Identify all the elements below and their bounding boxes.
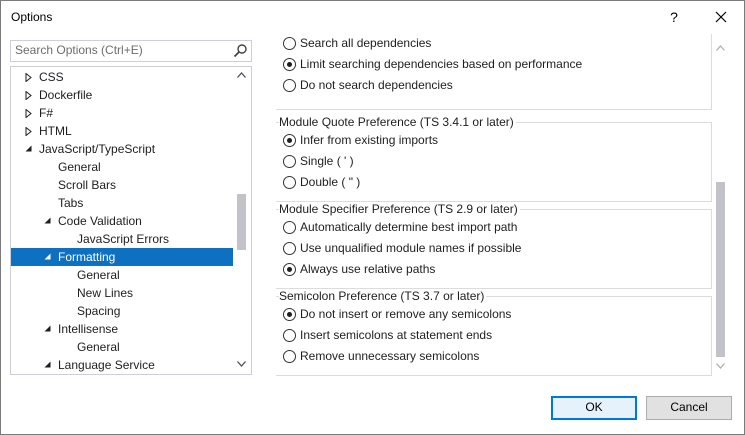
tree-scroll-thumb[interactable] [237,194,246,250]
chevron-up-icon [237,72,246,78]
tree-item[interactable]: JavaScript Errors [11,230,233,248]
group-title: Module Specifier Preference (TS 2.9 or l… [279,202,520,216]
radio-button[interactable] [283,329,296,342]
radio-button[interactable] [283,308,296,321]
radio-button[interactable] [283,242,296,255]
tree-item[interactable]: F# [11,104,233,122]
tree-item[interactable]: General [11,338,233,356]
tree-item-label: Dockerfile [39,88,93,102]
collapse-arrow-icon[interactable] [43,320,53,338]
radio-button[interactable] [283,155,296,168]
radio-button[interactable] [283,79,296,92]
expand-arrow-icon[interactable] [24,68,34,86]
tree-scrollbar[interactable] [233,67,250,374]
tree-item-label: Spacing [77,304,121,318]
tree-item-label: HTML [39,124,72,138]
tree-item-label: New Lines [77,286,134,300]
options-dialog: Options ? CSS Dockerfile F# HTML JavaScript/… [0,0,745,435]
tree-item[interactable]: Code Validation [11,212,233,230]
radio-label: Use unqualified module names if possible [300,241,522,255]
options-scroll-up[interactable] [712,40,729,57]
group-title: Semicolon Preference (TS 3.7 or later) [279,289,487,303]
tree-item-label: Intellisense [58,322,119,336]
radio-label: Infer from existing imports [300,133,439,147]
tree-item-label: General [77,340,120,354]
tree-item[interactable]: Scroll Bars [11,176,233,194]
radio-button[interactable] [283,350,296,363]
radio-button[interactable] [283,58,296,71]
tree-item-label: CSS [39,70,64,84]
tree-item[interactable]: Dockerfile [11,86,233,104]
tree-item[interactable]: Formatting [11,248,233,266]
tree-item[interactable]: JavaScript/TypeScript [11,140,233,158]
tree-item[interactable]: HTML [11,122,233,140]
tree-item-label: General [58,160,101,174]
tree-item[interactable]: General [11,266,233,284]
radio-button[interactable] [283,134,296,147]
search-options-input[interactable] [11,41,227,59]
tree-item-label: Code Validation [58,214,142,228]
close-button[interactable] [698,1,744,33]
expand-arrow-icon[interactable] [24,86,34,104]
option-group: Search all dependencies Limit searching d… [276,34,712,110]
radio-label: Do not insert or remove any semicolons [300,307,512,321]
chevron-down-icon [237,361,246,367]
help-button[interactable]: ? [651,1,697,33]
expand-arrow-icon[interactable] [24,104,34,122]
cancel-button[interactable]: Cancel [646,396,732,420]
tree-scroll-down[interactable] [233,356,250,373]
radio-label: Automatically determine best import path [300,220,518,234]
options-panel: Search all dependencies Limit searching d… [271,34,731,376]
options-scrollbar[interactable] [712,40,729,375]
window-title: Options [11,10,53,24]
close-icon [715,11,727,23]
title-bar[interactable]: Options ? [1,1,744,33]
radio-label: Limit searching dependencies based on pe… [300,57,583,71]
group-title: Module Quote Preference (TS 3.4.1 or lat… [279,115,516,129]
tree-item[interactable]: CSS [11,68,233,86]
radio-label: Insert semicolons at statement ends [300,328,493,342]
option-group: Module Quote Preference (TS 3.4.1 or lat… [276,115,712,202]
tree-scroll-up[interactable] [233,67,250,84]
radio-label: Single ( ' ) [300,154,354,168]
tree-item-label: Language Service [58,358,155,372]
radio-button[interactable] [283,176,296,189]
chevron-down-icon [716,363,725,369]
tree-item[interactable]: Language Service [11,356,233,374]
tree-item-label: JavaScript Errors [77,232,170,246]
chevron-up-icon [716,45,725,51]
radio-button[interactable] [283,221,296,234]
tree-item-label: F# [39,106,54,120]
option-group: Module Specifier Preference (TS 2.9 or l… [276,202,712,289]
tree-item-label: Formatting [58,250,116,264]
radio-label: Do not search dependencies [300,78,453,92]
search-icon[interactable] [233,43,248,58]
tree-item[interactable]: General [11,158,233,176]
tree-item[interactable]: Tabs [11,194,233,212]
tree-item-label: Scroll Bars [58,178,117,192]
options-scroll-thumb[interactable] [716,182,725,357]
tree-item[interactable]: New Lines [11,284,233,302]
ok-button[interactable]: OK [551,396,637,420]
collapse-arrow-icon[interactable] [43,212,53,230]
radio-button[interactable] [283,263,296,276]
collapse-arrow-icon[interactable] [43,248,53,266]
tree-item-label: General [77,268,120,282]
radio-label: Always use relative paths [300,262,436,276]
radio-label: Search all dependencies [300,36,432,50]
option-group: Semicolon Preference (TS 3.7 or later) Do… [276,289,712,376]
tree-item[interactable]: Spacing [11,302,233,320]
collapse-arrow-icon[interactable] [24,140,34,158]
options-tree[interactable]: CSS Dockerfile F# HTML JavaScript/TypeScript… [10,66,252,375]
radio-label: Double ( " ) [300,175,361,189]
tree-item-label: Tabs [58,196,84,210]
search-options-box [10,40,252,62]
radio-label: Remove unnecessary semicolons [300,349,480,363]
tree-item-label: JavaScript/TypeScript [39,142,156,156]
options-scroll-down[interactable] [712,358,729,375]
radio-button[interactable] [283,37,296,50]
collapse-arrow-icon[interactable] [43,356,53,374]
tree-item[interactable]: Intellisense [11,320,233,338]
expand-arrow-icon[interactable] [24,122,34,140]
